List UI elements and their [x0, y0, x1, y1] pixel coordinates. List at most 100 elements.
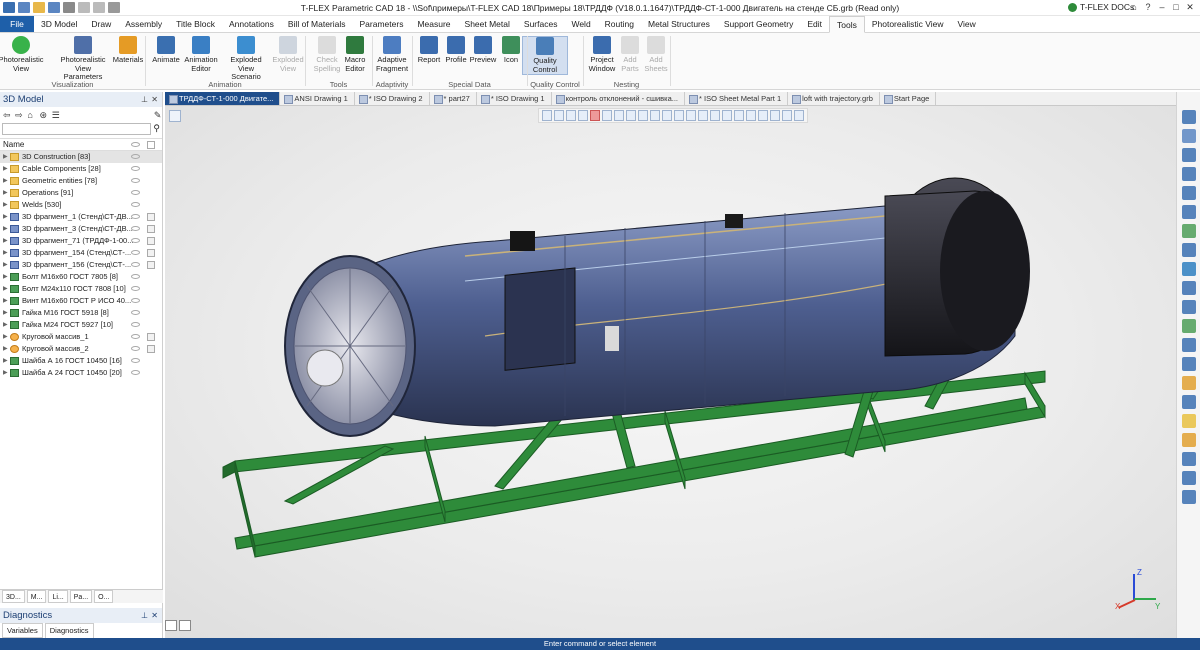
maximize-button[interactable]: □ — [1170, 1, 1182, 13]
view-command-icon[interactable] — [1182, 471, 1196, 485]
close-button[interactable]: ✕ — [1184, 1, 1196, 13]
tree-item[interactable]: ▶ Болт М24х110 ГОСТ 7808 [10] — [0, 283, 162, 295]
tree-item[interactable]: ▶ 3D Construction [83] — [0, 151, 162, 163]
visibility-icon[interactable] — [131, 274, 140, 279]
tab-bill-of-materials[interactable]: Bill of Materials — [281, 16, 353, 32]
tree-item[interactable]: ▶ 3D фрагмент_154 (Стенд\СТ-... — [0, 247, 162, 259]
forward-icon[interactable]: ⇨ — [15, 110, 23, 120]
redo-icon[interactable] — [93, 2, 105, 13]
visibility-icon[interactable] — [131, 250, 140, 255]
visibility-icon[interactable] — [131, 334, 140, 339]
document-tab[interactable]: контроль отклонений - сшивка... — [552, 92, 686, 105]
expand-icon[interactable]: ▶ — [3, 295, 8, 307]
view-command-icon[interactable] — [1182, 186, 1196, 200]
tab-metal-structures[interactable]: Metal Structures — [641, 16, 717, 32]
back-icon[interactable]: ⇦ — [3, 110, 11, 120]
visibility-icon[interactable] — [131, 358, 140, 363]
expand-icon[interactable]: ▶ — [3, 307, 8, 319]
tab-view[interactable]: View — [951, 16, 983, 32]
tab-photorealistic-view[interactable]: Photorealistic View — [865, 16, 951, 32]
visibility-icon[interactable] — [131, 226, 140, 231]
home-icon[interactable]: ⌂ — [1128, 1, 1140, 13]
visibility-icon[interactable] — [131, 154, 140, 159]
expand-icon[interactable]: ▶ — [3, 319, 8, 331]
expand-icon[interactable]: ▶ — [3, 235, 8, 247]
tab-support-geometry[interactable]: Support Geometry — [717, 16, 800, 32]
photorealistic-view-parameters-button[interactable]: Photorealistic View Parameters — [60, 36, 106, 82]
expand-icon[interactable]: ▶ — [3, 199, 8, 211]
tab-tools[interactable]: Tools — [828, 16, 865, 33]
expand-icon[interactable]: ▶ — [3, 367, 8, 379]
tab-3d-model[interactable]: 3D Model — [34, 16, 84, 32]
panel-tab[interactable]: Li... — [48, 590, 68, 603]
fragment-link-icon[interactable] — [147, 345, 155, 353]
tree-item[interactable]: ▶ Круговой массив_2 — [0, 343, 162, 355]
panel-tab[interactable]: 3D... — [2, 590, 25, 603]
visibility-icon[interactable] — [131, 322, 140, 327]
tab-title-block[interactable]: Title Block — [169, 16, 222, 32]
expand-icon[interactable]: ▶ — [3, 343, 8, 355]
tab-annotations[interactable]: Annotations — [222, 16, 281, 32]
tflex-docs-button[interactable]: T-FLEX DOCs — [1068, 2, 1134, 12]
tab-surfaces[interactable]: Surfaces — [517, 16, 565, 32]
view-command-icon[interactable] — [1182, 148, 1196, 162]
home-icon[interactable]: ⌂ — [27, 110, 35, 120]
visibility-icon[interactable] — [131, 298, 140, 303]
tab-sheet-metal[interactable]: Sheet Metal — [458, 16, 517, 32]
fragment-link-icon[interactable] — [147, 261, 155, 269]
expand-icon[interactable]: ▶ — [3, 223, 8, 235]
tab-file[interactable]: File — [0, 16, 34, 32]
tab-draw[interactable]: Draw — [84, 16, 118, 32]
tree-item[interactable]: ▶ Шайба А 24 ГОСТ 10450 [20] — [0, 367, 162, 379]
expand-icon[interactable]: ▶ — [3, 331, 8, 343]
document-tab[interactable]: Start Page — [880, 92, 937, 105]
view-command-icon[interactable] — [1182, 414, 1196, 428]
tree-item[interactable]: ▶ 3D фрагмент_3 (Стенд\СТ-ДВ... — [0, 223, 162, 235]
view-command-icon[interactable] — [1182, 129, 1196, 143]
expand-icon[interactable]: ▶ — [3, 355, 8, 367]
view-command-icon[interactable] — [1182, 110, 1196, 124]
exploded-view-scenario-button[interactable]: Exploded View Scenario — [223, 36, 269, 82]
tree-item[interactable]: ▶ Geometric entities [78] — [0, 175, 162, 187]
tab-measure[interactable]: Measure — [410, 16, 457, 32]
settings-icon[interactable] — [108, 2, 120, 13]
expand-icon[interactable]: ▶ — [3, 211, 8, 223]
document-tab[interactable]: ANSI Drawing 1 — [280, 92, 355, 105]
document-tab[interactable]: * ISO Drawing 2 — [355, 92, 430, 105]
open-icon[interactable] — [33, 2, 45, 13]
add-sheets-button[interactable]: Add Sheets — [633, 36, 679, 73]
filter-icon[interactable]: ☰ — [52, 110, 60, 120]
tab-routing[interactable]: Routing — [598, 16, 641, 32]
app-menu-icon[interactable] — [3, 2, 15, 13]
tree-item[interactable]: ▶ Болт М16х60 ГОСТ 7805 [8] — [0, 271, 162, 283]
document-tab[interactable]: loft with trajectory.grb — [788, 92, 880, 105]
expand-icon[interactable]: ▶ — [3, 283, 8, 295]
visibility-icon[interactable] — [131, 346, 140, 351]
tab-diagnostics[interactable]: Diagnostics — [44, 623, 94, 638]
expand-icon[interactable]: ▶ — [3, 259, 8, 271]
tree-item[interactable]: ▶ Винт М16х60 ГОСТ Р ИСО 40... — [0, 295, 162, 307]
tab-assembly[interactable]: Assembly — [118, 16, 169, 32]
tab-variables[interactable]: Variables — [2, 623, 43, 638]
expand-icon[interactable]: ▶ — [3, 187, 8, 199]
panel-tab[interactable]: O... — [94, 590, 114, 603]
tree-item[interactable]: ▶ Круговой массив_1 — [0, 331, 162, 343]
view-command-icon[interactable] — [1182, 243, 1196, 257]
view-command-icon[interactable] — [1182, 167, 1196, 181]
visibility-icon[interactable] — [131, 190, 140, 195]
panel-tab[interactable]: Pa... — [69, 590, 93, 603]
view-command-icon[interactable] — [1182, 338, 1196, 352]
expand-icon[interactable]: ▶ — [3, 175, 8, 187]
search-icon[interactable]: ⚲ — [153, 123, 160, 137]
single-view-icon[interactable] — [165, 620, 177, 631]
document-tab[interactable]: * part27 — [430, 92, 477, 105]
expand-icon[interactable]: ▶ — [3, 247, 8, 259]
view-command-icon[interactable] — [1182, 205, 1196, 219]
visibility-icon[interactable] — [131, 310, 140, 315]
tab-weld[interactable]: Weld — [564, 16, 597, 32]
view-command-icon[interactable] — [1182, 376, 1196, 390]
pin-icon[interactable]: ⊥ — [141, 608, 148, 623]
fragment-link-icon[interactable] — [147, 225, 155, 233]
tree-item[interactable]: ▶ Cable Components [28] — [0, 163, 162, 175]
save-icon[interactable] — [48, 2, 60, 13]
